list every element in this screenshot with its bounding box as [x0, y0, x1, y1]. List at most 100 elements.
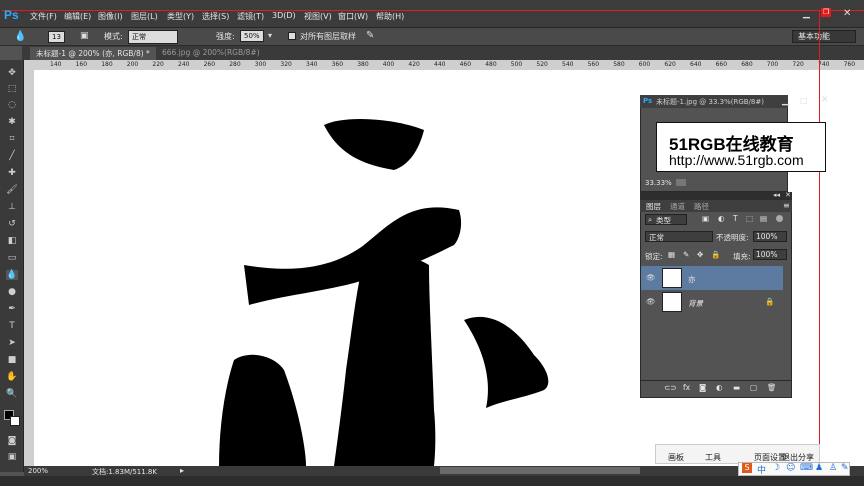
workspace-select[interactable]: 基本功能	[792, 30, 856, 43]
lock-pixels-icon[interactable]: ✎	[683, 250, 689, 259]
menu-type[interactable]: 类型(Y)	[167, 11, 194, 22]
filter-shape-icon[interactable]: ⬚	[746, 214, 753, 223]
tab-untitled[interactable]: 未标题-1 @ 200% (亦, RGB/8) *	[30, 47, 156, 60]
menu-select[interactable]: 选择(S)	[202, 11, 229, 22]
navigator-zoom[interactable]: 33.33%	[645, 179, 672, 187]
filter-adjust-icon[interactable]: ◐	[718, 214, 725, 223]
lock-transparent-icon[interactable]: ▦	[668, 250, 675, 259]
stamp-tool-icon[interactable]: ⊥	[6, 202, 18, 212]
panel-close-icon[interactable]: ✕	[785, 191, 791, 199]
blend-mode-value: 正常	[649, 233, 664, 242]
window-minimize-icon[interactable]: ▁	[782, 96, 789, 106]
blur-tool-icon[interactable]: 💧	[14, 31, 26, 42]
layer-name[interactable]: 背景	[688, 298, 703, 309]
new-layer-icon[interactable]: ▢	[750, 383, 757, 392]
ruler-tick-label: 680	[741, 61, 753, 68]
filter-smart-icon[interactable]: ▤	[760, 214, 767, 223]
menu-image[interactable]: 图像(I)	[98, 11, 123, 22]
window-maximize-icon[interactable]: □	[800, 96, 808, 105]
window-close-icon[interactable]: ✕	[821, 95, 829, 105]
move-tool-icon[interactable]: ✥	[6, 68, 18, 78]
crop-tool-icon[interactable]: ⌗	[6, 134, 18, 144]
screen-mode-icon[interactable]: ▣	[6, 452, 18, 462]
tools-button[interactable]: 工具	[705, 452, 721, 463]
sogou-logo-icon[interactable]: S	[742, 463, 752, 473]
visibility-eye-icon[interactable]: 👁	[646, 297, 656, 306]
hand-tool-icon[interactable]: ✋	[6, 372, 18, 382]
filter-pixel-icon[interactable]: ▣	[702, 214, 709, 223]
adjustment-layer-icon[interactable]: ◐	[716, 383, 723, 392]
minimize-icon[interactable]: ▁	[803, 9, 810, 19]
tab-layers[interactable]: 图层	[646, 201, 661, 212]
tab-paths[interactable]: 路径	[694, 201, 709, 212]
artboard-button[interactable]: 画板	[668, 452, 684, 463]
shape-tool-icon[interactable]: ■	[6, 355, 18, 365]
pressure-icon[interactable]: ✎	[366, 30, 374, 41]
blur-tool-icon-active[interactable]: 💧	[6, 270, 18, 280]
chevron-down-icon[interactable]: ▾	[268, 31, 272, 40]
left-ruler	[24, 60, 34, 466]
menu-help[interactable]: 帮助(H)	[376, 11, 404, 22]
filter-type-icon[interactable]: T	[733, 214, 738, 223]
dodge-tool-icon[interactable]: ●	[6, 287, 18, 297]
menu-window[interactable]: 窗口(W)	[338, 11, 368, 22]
menu-view[interactable]: 视图(V)	[304, 11, 332, 22]
menu-filter[interactable]: 滤镜(T)	[237, 11, 264, 22]
menu-layer[interactable]: 图层(L)	[131, 11, 158, 22]
navigator-title[interactable]: 未标题-1.jpg @ 33.3%(RGB/8#)	[640, 95, 788, 108]
horizontal-scrollbar[interactable]	[440, 467, 640, 474]
menu-file[interactable]: 文件(F)	[30, 11, 57, 22]
layer-name[interactable]: 亦	[688, 274, 696, 285]
strength-field[interactable]: 50%	[240, 30, 264, 42]
eraser-tool-icon[interactable]: ◧	[6, 236, 18, 246]
fx-icon[interactable]: fx	[683, 383, 690, 392]
filter-toggle-icon[interactable]	[776, 215, 783, 222]
history-brush-icon[interactable]: ↺	[6, 219, 18, 229]
wrench-icon[interactable]: ✎	[841, 463, 849, 473]
panel-menu-icon[interactable]: ≡	[783, 201, 790, 210]
path-select-icon[interactable]: ➤	[6, 338, 18, 348]
gradient-tool-icon[interactable]: ▭	[6, 253, 18, 263]
healing-brush-icon[interactable]: ✚	[6, 168, 18, 178]
status-zoom[interactable]: 200%	[28, 467, 48, 475]
ime-language[interactable]: 中	[757, 463, 766, 476]
new-group-icon[interactable]: ▬	[733, 383, 740, 392]
moon-icon[interactable]: ☽	[772, 463, 780, 473]
delete-layer-icon[interactable]: 🗑	[767, 383, 777, 392]
brush-panel-icon[interactable]: ▣	[80, 31, 89, 41]
shirt-icon[interactable]: ♙	[829, 463, 837, 473]
mode-select[interactable]: 正常	[128, 30, 178, 44]
lasso-tool-icon[interactable]: ◌	[6, 100, 18, 110]
tab-channels[interactable]: 通道	[670, 201, 685, 212]
zoom-tool-icon[interactable]: 🔍	[6, 389, 18, 399]
ruler-tick-label: 660	[715, 61, 728, 68]
stroke-left-dot	[219, 354, 306, 466]
tab-666[interactable]: 666.jpg @ 200%(RGB/8#)	[156, 47, 266, 60]
close-icon[interactable]: ✕	[843, 8, 851, 19]
type-tool-icon[interactable]: T	[6, 321, 18, 331]
link-layers-icon[interactable]: ⊂⊃	[664, 383, 677, 392]
background-color-swatch[interactable]	[10, 416, 20, 426]
lock-all-icon[interactable]: 🔒	[711, 250, 720, 259]
panel-divider	[640, 380, 792, 381]
navigator-zoom-icon[interactable]	[676, 179, 686, 186]
marquee-tool-icon[interactable]: ⬚	[6, 84, 18, 94]
pen-tool-icon[interactable]: ✒	[6, 304, 18, 314]
eyedropper-icon[interactable]: ╱	[6, 151, 18, 161]
restore-icon[interactable]: ❐	[821, 8, 831, 17]
smile-icon[interactable]: ☺	[786, 463, 795, 473]
add-mask-icon[interactable]: ◙	[699, 383, 706, 392]
menu-edit[interactable]: 编辑(E)	[64, 11, 91, 22]
user-icon[interactable]: ♟	[815, 463, 823, 473]
keyboard-icon[interactable]: ⌨	[800, 463, 813, 473]
status-menu-arrow-icon[interactable]: ▸	[180, 466, 184, 475]
brush-size-field[interactable]: 13	[48, 31, 65, 43]
collapse-icon[interactable]: ◂◂	[773, 191, 780, 199]
quick-select-icon[interactable]: ✱	[6, 117, 18, 127]
quick-mask-icon[interactable]: ◙	[6, 436, 18, 446]
sample-all-checkbox[interactable]	[288, 32, 296, 40]
lock-position-icon[interactable]: ✥	[697, 250, 703, 259]
visibility-eye-icon[interactable]: 👁	[646, 273, 656, 282]
brush-tool-icon[interactable]: 🖌	[6, 185, 18, 195]
menu-3d[interactable]: 3D(D)	[272, 11, 296, 20]
